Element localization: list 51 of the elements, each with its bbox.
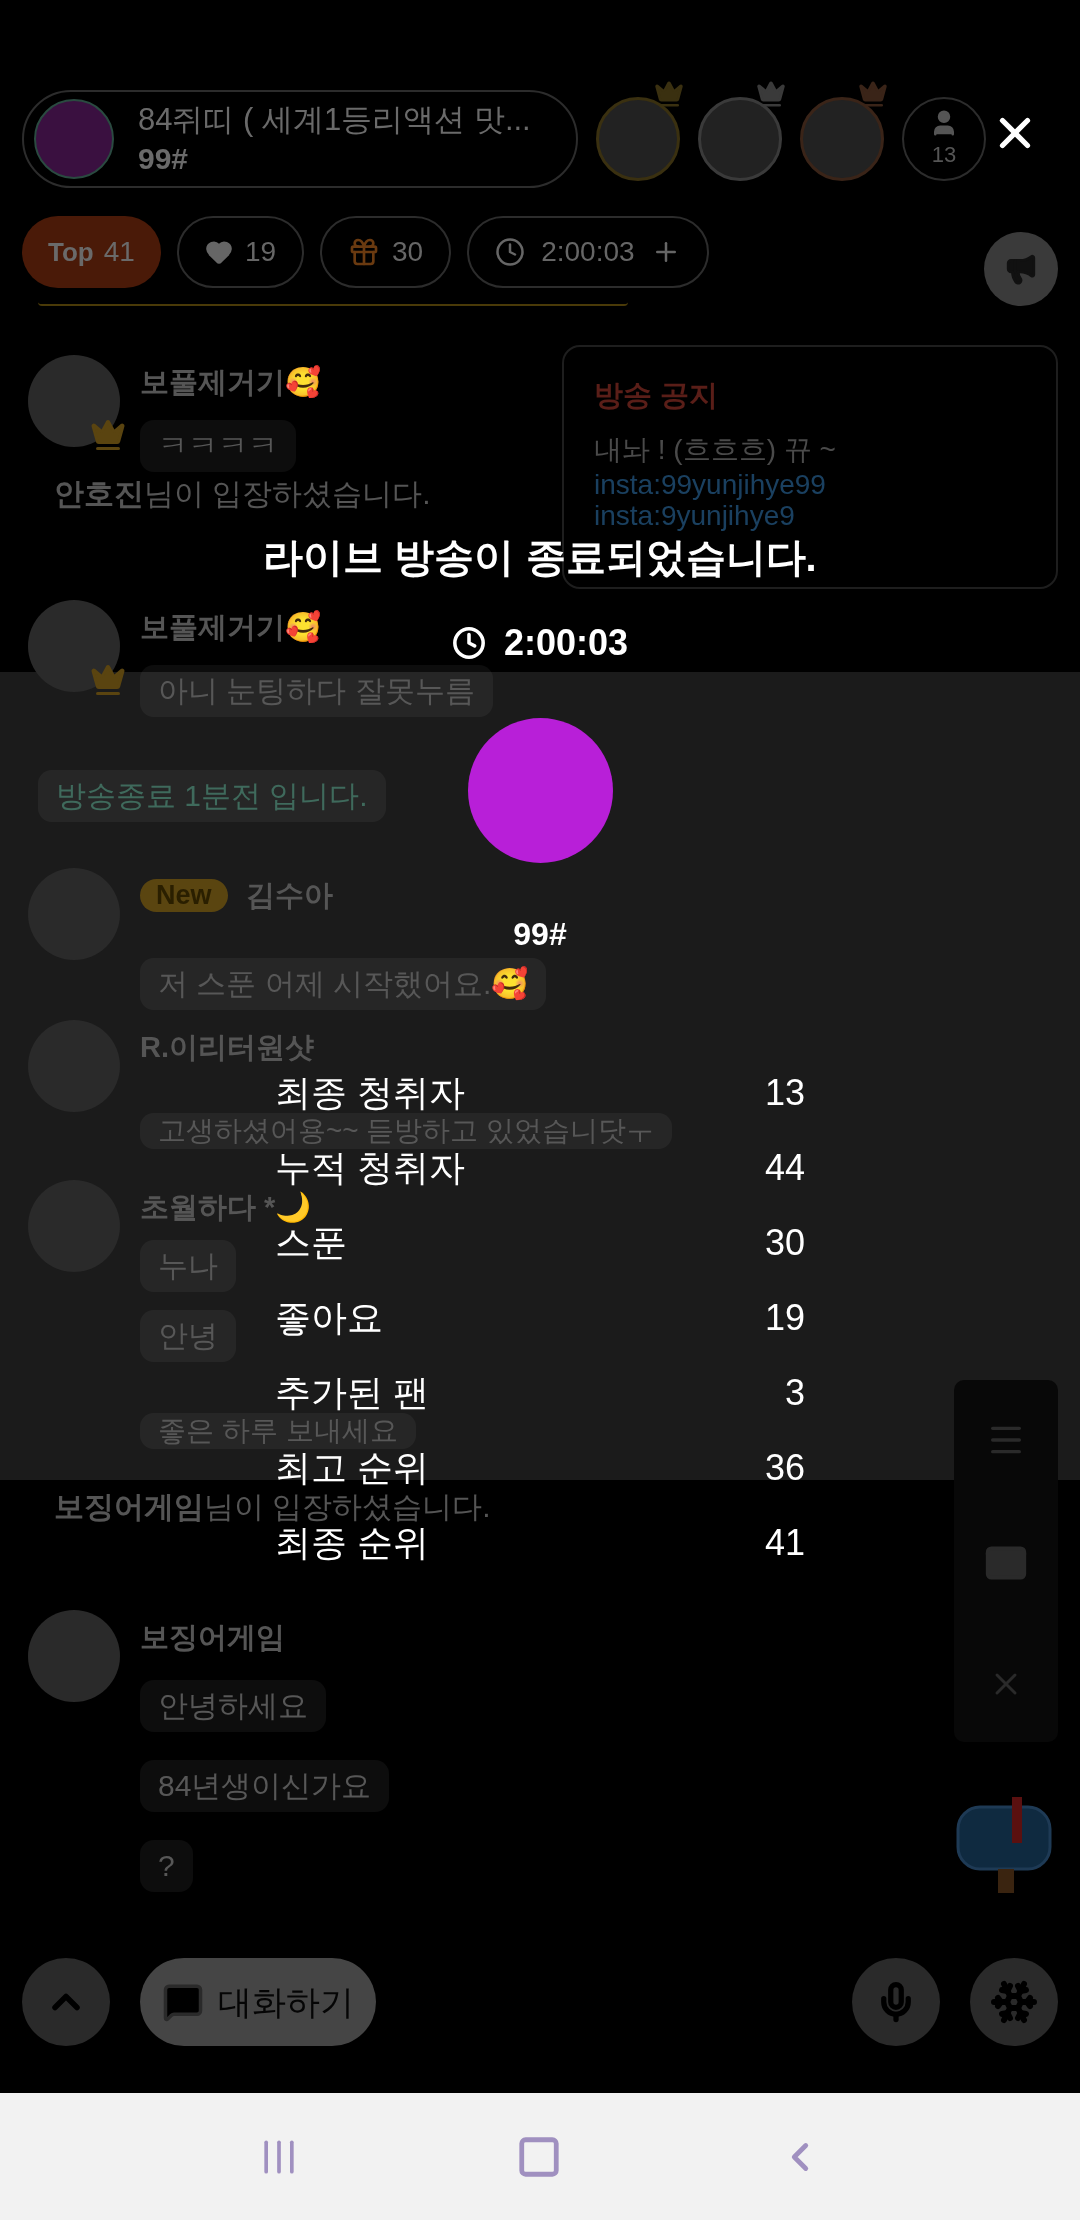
crown-icon	[652, 79, 686, 109]
user-name: 보풀제거기🥰	[140, 612, 321, 642]
stat-value: 13	[764, 1075, 805, 1111]
system-message: 방송종료 1분전 입니다.	[38, 770, 386, 822]
crown-icon	[754, 79, 788, 109]
join-message: 안호진님이 입장하셨습니다.	[54, 478, 431, 510]
crown-icon	[856, 79, 890, 109]
clock-icon	[451, 626, 486, 660]
broadcast-duration: 2:00:03	[503, 625, 629, 661]
stat-label: 스푼	[275, 1225, 347, 1261]
likes-chip[interactable]: 19	[176, 216, 305, 288]
snowflake-icon	[990, 1978, 1038, 2026]
listener-count-button[interactable]: 13	[902, 97, 986, 181]
stat-label: 좋아요	[275, 1300, 383, 1336]
host-name: 99#	[138, 140, 190, 177]
megaphone-icon	[1004, 252, 1038, 286]
stat-label: 최종 순위	[275, 1525, 429, 1561]
notice-link[interactable]: insta:9yunjihye9	[594, 502, 795, 530]
notice-text: 내놔 ! (흐흐흐) 뀨 ~	[594, 436, 836, 464]
chat-message: 안녕하세요	[140, 1680, 326, 1732]
host-card[interactable]: 84쥐띠 ( 세계1등리액션 맛... 99#	[22, 90, 578, 188]
user-name: 김수아	[245, 880, 333, 910]
chat-message: 84년생이신가요	[140, 1760, 390, 1812]
chat-button[interactable]: 대화하기	[140, 1958, 376, 2046]
user-name: 초월하다 *🌙	[140, 1192, 312, 1222]
host-name: 99#	[513, 918, 567, 950]
stat-value: 3	[784, 1375, 805, 1411]
stat-value: 36	[764, 1450, 805, 1486]
clock-icon	[495, 237, 526, 267]
gifts-chip[interactable]: 30	[320, 216, 452, 288]
chat-message: ㅋㅋㅋㅋ	[140, 420, 296, 472]
stat-value: 44	[764, 1150, 805, 1186]
user-name: R.이리터원샷	[140, 1032, 314, 1062]
timer-chip[interactable]: 2:00:03	[467, 216, 709, 288]
stat-value: 30	[764, 1225, 805, 1261]
host-title: 84쥐띠 ( 세계1등리액션 맛...	[138, 100, 531, 139]
rank-chip[interactable]: Top 41	[22, 216, 161, 288]
notice-link[interactable]: insta:99yunjihye99	[594, 471, 826, 499]
stat-label: 추가된 팬	[275, 1375, 429, 1411]
join-message: 보징어게임님이 입장하셨습니다.	[54, 1491, 491, 1523]
user-name: 보징어게임	[140, 1622, 285, 1652]
stat-label: 최종 청취자	[275, 1075, 465, 1111]
heart-icon	[204, 238, 233, 266]
stat-value: 19	[764, 1300, 805, 1336]
notice-title: 방송 공지	[594, 381, 719, 410]
end-title: 라이브 방송이 종료되었습니다.	[263, 537, 817, 577]
stat-label: 최고 순위	[275, 1450, 429, 1486]
stat-label: 누적 청취자	[275, 1150, 465, 1186]
chat-message: ?	[140, 1840, 193, 1892]
user-name: 보풀제거기🥰	[140, 367, 321, 397]
stat-value: 41	[764, 1525, 805, 1561]
